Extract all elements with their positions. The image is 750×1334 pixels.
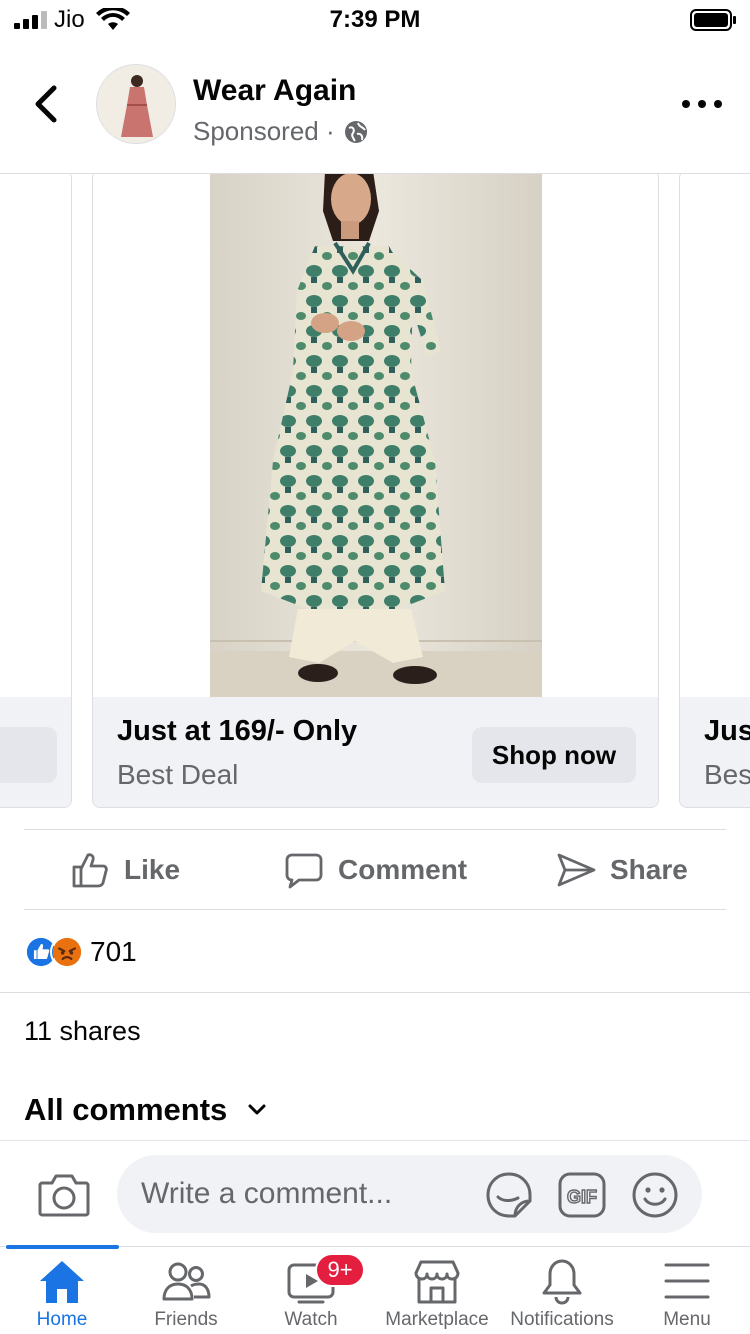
battery-icon	[690, 9, 736, 31]
post-header: Wear Again Sponsored ·	[0, 44, 750, 174]
globe-icon	[344, 120, 367, 143]
tab-friends[interactable]: Friends	[124, 1247, 248, 1334]
share-label: Share	[610, 854, 688, 885]
kurta-photo	[210, 174, 542, 697]
gif-icon[interactable]: GIF	[557, 1171, 607, 1219]
card-footer: Jus Bes	[680, 697, 750, 807]
product-subtitle: Bes	[704, 759, 750, 790]
card-footer: ow	[0, 697, 71, 807]
status-bar: Jio 7:39 PM	[0, 0, 750, 44]
thumbs-up-icon	[72, 853, 108, 888]
product-title[interactable]: Jus	[704, 715, 750, 748]
comment-input[interactable]: Write a comment... GIF	[117, 1155, 702, 1233]
home-icon	[40, 1261, 84, 1303]
friends-icon	[162, 1262, 211, 1301]
tab-menu[interactable]: Menu	[625, 1247, 749, 1334]
dress-thumbnail-icon	[97, 65, 175, 143]
menu-icon	[664, 1263, 710, 1299]
tab-label: Menu	[663, 1309, 711, 1330]
notification-badge: 9+	[315, 1253, 365, 1287]
tab-watch[interactable]: 9+ Watch	[249, 1247, 373, 1334]
ad-carousel[interactable]: ow	[0, 174, 750, 814]
more-options-icon[interactable]	[680, 92, 724, 116]
like-label: Like	[124, 854, 181, 885]
comment-button[interactable]: Comment	[284, 848, 467, 892]
divider	[0, 992, 750, 993]
share-count[interactable]: 11 shares	[24, 1016, 141, 1047]
emoji-icon[interactable]	[631, 1171, 679, 1219]
tab-marketplace[interactable]: Marketplace	[375, 1247, 499, 1334]
sticker-icon[interactable]	[485, 1171, 533, 1219]
reaction-summary[interactable]: 701	[24, 930, 137, 974]
product-title[interactable]: Just at 169/- Only	[117, 715, 357, 748]
shop-now-button[interactable]: ow	[0, 727, 57, 783]
comments-filter-label: All comments	[24, 1092, 228, 1127]
carousel-card-next[interactable]: Jus Bes	[679, 174, 750, 808]
tab-label: Marketplace	[385, 1309, 489, 1330]
product-image[interactable]	[680, 174, 750, 697]
product-image[interactable]	[93, 174, 658, 697]
marketplace-icon	[414, 1260, 460, 1304]
comment-bubble-icon	[285, 853, 323, 889]
share-button[interactable]: Share	[556, 848, 688, 892]
bell-icon	[542, 1259, 582, 1305]
tab-home[interactable]: Home	[0, 1245, 124, 1334]
sponsored-label: Sponsored ·	[193, 116, 369, 147]
tab-label: Friends	[154, 1309, 218, 1330]
like-button[interactable]: Like	[70, 848, 180, 892]
back-arrow-icon[interactable]	[26, 82, 66, 126]
carousel-card-previous[interactable]: ow	[0, 174, 72, 808]
post-actions: Like Comment Share	[24, 829, 726, 910]
svg-text:GIF: GIF	[567, 1187, 597, 1207]
comment-label: Comment	[338, 854, 468, 885]
product-subtitle: Best Deal	[117, 759, 239, 790]
clock: 7:39 PM	[329, 6, 421, 33]
reaction-count: 701	[90, 936, 137, 967]
page-name[interactable]: Wear Again	[193, 74, 356, 108]
share-arrow-icon	[557, 853, 596, 887]
camera-icon[interactable]	[38, 1171, 90, 1217]
shop-now-button[interactable]: Shop now	[472, 727, 636, 783]
comments-filter-dropdown[interactable]: All comments	[24, 1092, 267, 1128]
tab-notifications[interactable]: Notifications	[500, 1247, 624, 1334]
comment-composer: Write a comment... GIF	[0, 1140, 750, 1246]
comment-placeholder: Write a comment...	[141, 1177, 393, 1210]
card-footer: Just at 169/- Only Best Deal Shop now	[93, 697, 658, 807]
tab-label: Home	[36, 1309, 88, 1330]
carousel-card-current[interactable]: Just at 169/- Only Best Deal Shop now	[92, 174, 659, 808]
bottom-tab-bar: Home Friends 9+ Watch Marketplace Notifi…	[0, 1245, 750, 1334]
chevron-down-icon	[248, 1104, 266, 1115]
page-avatar[interactable]	[96, 64, 176, 144]
tab-label: Watch	[284, 1309, 338, 1330]
angry-reaction-icon	[50, 935, 84, 969]
tab-label: Notifications	[510, 1309, 614, 1330]
product-image[interactable]	[0, 174, 71, 697]
active-tab-indicator	[6, 1245, 119, 1249]
